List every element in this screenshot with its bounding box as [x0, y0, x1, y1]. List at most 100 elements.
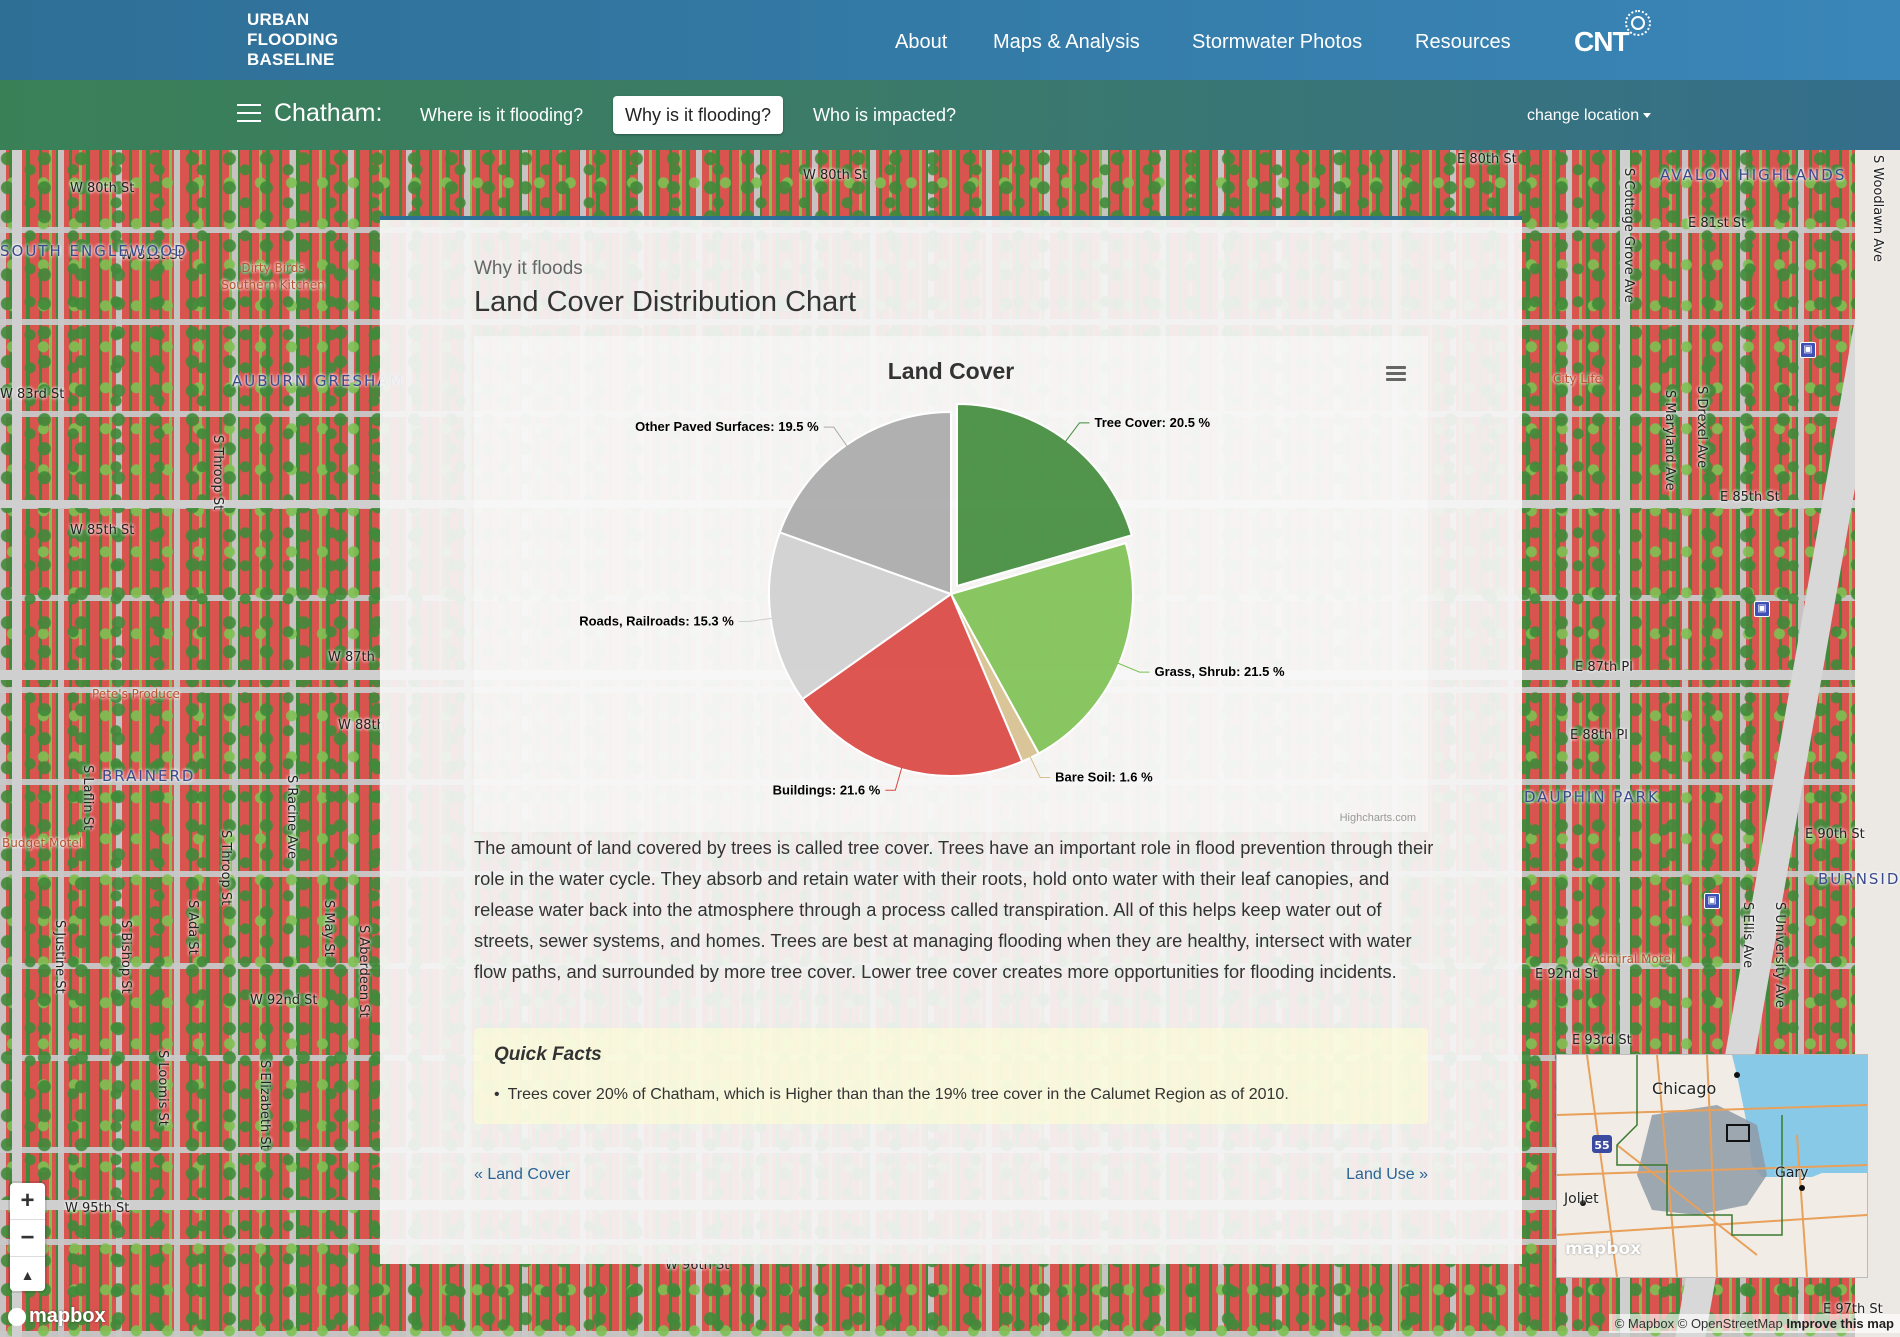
- nav-stormwater-photos[interactable]: Stormwater Photos: [1192, 31, 1362, 54]
- map-street-label: S Throop St: [218, 830, 233, 906]
- map-street-label: W 83rd St: [0, 387, 65, 402]
- map-street-label: E 93rd St: [1572, 1033, 1632, 1048]
- map-street-label: E 81st St: [1688, 216, 1747, 231]
- site-header: URBAN FLOODING BASELINE About Maps & Ana…: [0, 0, 1900, 80]
- map-street-label: S Drexel Ave: [1694, 386, 1709, 469]
- map-street-label: S Cottage Grove Ave: [1621, 168, 1636, 303]
- map-street-label: S Aberdeen St: [356, 925, 371, 1018]
- change-location-dropdown[interactable]: change location: [1527, 107, 1652, 125]
- pie-data-label: Bare Soil: 1.6 %: [1055, 769, 1153, 784]
- location-title: Chatham:: [274, 99, 383, 127]
- map-road: [12, 150, 22, 1337]
- map-street-label: S University Ave: [1772, 902, 1787, 1008]
- attribution-text[interactable]: © Mapbox © OpenStreetMap: [1615, 1316, 1783, 1331]
- minimap-label-joliet: Joliet: [1564, 1191, 1599, 1207]
- map-street-label: S Woodlawn Ave: [1870, 155, 1885, 263]
- map-street-label: E 90th St: [1805, 827, 1865, 842]
- pie-data-label: Buildings: 21.6 %: [773, 782, 881, 797]
- change-location-label: change location: [1527, 107, 1640, 124]
- map-street-label: E 87th Pl: [1575, 660, 1633, 675]
- minimap-label-gary: Gary: [1775, 1165, 1809, 1181]
- map-neighborhood-label: SOUTH ENGLEWOOD: [0, 242, 188, 260]
- interstate-number: 55: [1594, 1139, 1609, 1152]
- map-street-label: W 92nd St: [250, 993, 318, 1008]
- brand-line: BASELINE: [247, 50, 335, 69]
- pie-connector: [823, 426, 848, 448]
- map-neighborhood-label: DAUPHIN PARK: [1524, 788, 1660, 806]
- mapbox-logo[interactable]: mapbox: [8, 1305, 106, 1328]
- nav-resources[interactable]: Resources: [1415, 31, 1511, 54]
- transit-station-icon[interactable]: ▣: [1704, 893, 1720, 909]
- map-street-label: W 88th: [338, 718, 385, 733]
- map-neighborhood-label: BURNSIDE: [1818, 870, 1900, 888]
- pie-connector: [1029, 755, 1051, 778]
- map-street-label: S Throop St: [210, 435, 225, 511]
- transit-station-icon[interactable]: ▣: [1800, 342, 1816, 358]
- map-street-label: W 95th St: [65, 1201, 130, 1216]
- hamburger-icon[interactable]: [237, 104, 261, 124]
- transit-station-icon[interactable]: ▣: [1754, 601, 1770, 617]
- body-paragraph: The amount of land covered by trees is c…: [474, 837, 1434, 982]
- map-poi-label: City Life: [1553, 372, 1602, 386]
- map-street-label: E 80th St: [1457, 152, 1517, 167]
- zoom-in-button[interactable]: +: [10, 1183, 45, 1220]
- map-poi-label: Budget Motel: [2, 836, 83, 850]
- mapbox-logo-icon: [8, 1307, 26, 1326]
- pie-connector: [738, 617, 773, 622]
- chart-title: Land Cover: [887, 358, 1015, 384]
- chart-menu-icon[interactable]: [1386, 366, 1406, 382]
- map-street-label: S Ada St: [185, 900, 200, 955]
- zoom-out-button[interactable]: −: [10, 1220, 45, 1257]
- nav-maps-analysis[interactable]: Maps & Analysis: [993, 31, 1140, 54]
- improve-map-link[interactable]: Improve this map: [1786, 1316, 1894, 1331]
- cnt-logo[interactable]: CNT: [1574, 26, 1630, 58]
- minimap-label-chicago: Chicago: [1652, 1079, 1717, 1098]
- service-area: [1637, 1105, 1767, 1215]
- pie-data-label: Roads, Railroads: 15.3 %: [579, 613, 734, 628]
- map-street-label: S May St: [321, 900, 336, 957]
- quick-facts-title: Quick Facts: [494, 1044, 602, 1065]
- section-eyebrow: Why it floods: [474, 258, 583, 279]
- map-poi-label: Pete's Produce: [92, 687, 180, 701]
- overview-minimap[interactable]: 55 Chicago Gary Joliet mapbox: [1556, 1054, 1868, 1278]
- next-link-land-use[interactable]: Land Use »: [1346, 1166, 1428, 1184]
- map-street-label: W 85th St: [70, 523, 135, 538]
- caret-down-icon: [1643, 113, 1652, 119]
- quick-facts-box: Quick Facts Trees cover 20% of Chatham, …: [474, 1028, 1428, 1124]
- content-panel: Why it floods Land Cover Distribution Ch…: [380, 216, 1522, 1264]
- map-attribution: © Mapbox © OpenStreetMap Improve this ma…: [1608, 1314, 1900, 1333]
- map-neighborhood-label: AVALON HIGHLANDS: [1660, 166, 1847, 184]
- map-street-label: E 85th St: [1720, 490, 1780, 505]
- pie-connector: [1064, 422, 1090, 443]
- pie-data-label: Other Paved Surfaces: 19.5 %: [635, 419, 819, 434]
- tab-why-flooding[interactable]: Why is it flooding?: [613, 96, 784, 134]
- prev-link-land-cover[interactable]: « Land Cover: [474, 1166, 570, 1184]
- nav-about[interactable]: About: [895, 31, 947, 54]
- map-street-label: W 80th St: [803, 168, 868, 183]
- map-street-label: E 88th Pl: [1570, 728, 1628, 743]
- cnt-logo-ring-icon: [1625, 10, 1651, 36]
- tab-where-flooding[interactable]: Where is it flooding?: [408, 96, 595, 134]
- pie-connector: [885, 767, 903, 791]
- quick-fact-item: Trees cover 20% of Chatham, which is Hig…: [494, 1086, 1289, 1104]
- brand-logo[interactable]: URBAN FLOODING BASELINE: [247, 10, 338, 70]
- map-poi-label: Admiral Motel: [1591, 952, 1675, 966]
- pie-data-label: Grass, Shrub: 21.5 %: [1154, 664, 1284, 679]
- map-neighborhood-label: BRAINERD: [102, 767, 196, 785]
- pie-data-label: Tree Cover: 20.5 %: [1094, 415, 1210, 430]
- map-street-label: S Loomis St: [155, 1050, 170, 1126]
- map-street-label: W 80th St: [70, 181, 135, 196]
- map-street-label: S Laflin St: [80, 765, 95, 831]
- compass-button[interactable]: ▲: [10, 1257, 45, 1293]
- map-street-label: S Ellis Ave: [1740, 902, 1755, 969]
- map-street-label: S Elizabeth St: [257, 1060, 272, 1150]
- brand-line: FLOODING: [247, 30, 339, 49]
- pie-connector: [1117, 662, 1150, 673]
- minimap-mapbox-logo: mapbox: [1565, 1239, 1642, 1259]
- map-street-label: S Maryland Ave: [1662, 390, 1677, 491]
- chart-credits[interactable]: Highcharts.com: [1340, 812, 1416, 824]
- tab-who-impacted[interactable]: Who is impacted?: [801, 96, 968, 134]
- map-street-label: S Racine Ave: [284, 775, 299, 860]
- pie-chart: Tree Cover: 20.5 % Grass, Shrub: 21.5 % Ba…: [579, 403, 1285, 797]
- page-title: Land Cover Distribution Chart: [474, 286, 857, 318]
